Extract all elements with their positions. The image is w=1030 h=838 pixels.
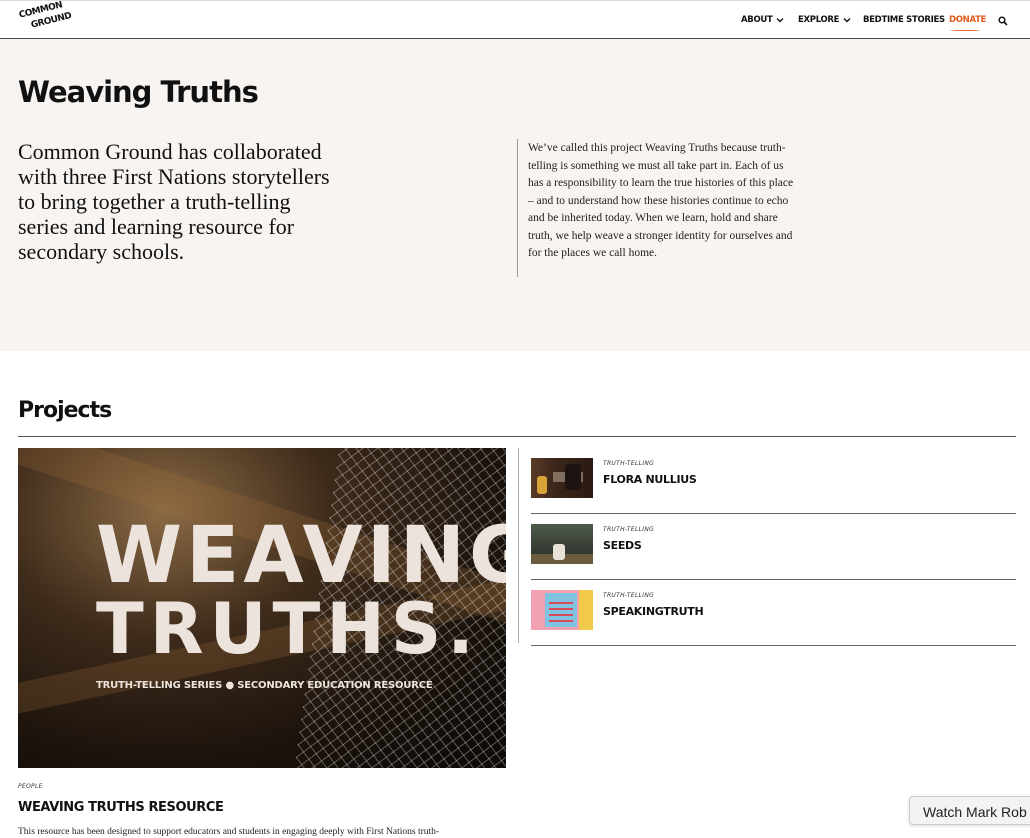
project-title: SPEAKINGTRUTH: [603, 605, 704, 618]
project-item-speakingtruth[interactable]: TRUTH-TELLING SPEAKINGTRUTH: [531, 580, 1016, 646]
nav-about[interactable]: ABOUT: [741, 15, 784, 25]
featured-project-image[interactable]: WEAVING TRUTHS. TRUTH-TELLING SERIES ● S…: [18, 448, 506, 768]
project-category: TRUTH-TELLING: [603, 592, 655, 599]
image-title-weaving: WEAVING: [96, 511, 506, 601]
projects-heading: Projects: [18, 398, 112, 423]
search-icon[interactable]: [998, 16, 1008, 26]
chevron-down-icon: [776, 18, 784, 23]
page-title: Weaving Truths: [18, 75, 259, 109]
hero-lead-text: Common Ground has collaborated with thre…: [18, 139, 330, 264]
item-divider: [531, 645, 1016, 646]
featured-description: This resource has been designed to suppo…: [18, 827, 440, 837]
project-item-flora-nullius[interactable]: TRUTH-TELLING FLORA NULLIUS: [531, 448, 1016, 514]
nav-explore[interactable]: EXPLORE: [798, 15, 851, 25]
hero-section: Weaving Truths Common Ground has collabo…: [0, 39, 1030, 351]
watch-video-popup[interactable]: Watch Mark Rob: [909, 796, 1030, 825]
nav-donate[interactable]: DONATE: [949, 15, 986, 25]
project-thumbnail: [531, 524, 593, 564]
donate-underline: [950, 29, 980, 31]
chevron-down-icon: [843, 18, 851, 23]
project-category: TRUTH-TELLING: [603, 526, 655, 533]
top-navigation-bar: COMMON GROUND ABOUT EXPLORE BEDTIME STOR…: [0, 0, 1030, 39]
project-title: SEEDS: [603, 539, 642, 552]
projects-divider: [18, 436, 1016, 437]
featured-title-link[interactable]: WEAVING TRUTHS RESOURCE: [18, 800, 224, 815]
hero-blurb-text: We’ve called this project Weaving Truths…: [528, 142, 794, 259]
nav-explore-label: EXPLORE: [798, 15, 840, 25]
common-ground-logo[interactable]: COMMON GROUND: [18, 0, 72, 35]
nav-bedtime-stories[interactable]: BEDTIME STORIES: [863, 15, 945, 25]
project-item-seeds[interactable]: TRUTH-TELLING SEEDS: [531, 514, 1016, 580]
nav-about-label: ABOUT: [741, 15, 773, 25]
image-title-truths: TRUTHS.: [96, 588, 480, 670]
image-subtitle: TRUTH-TELLING SERIES ● SECONDARY EDUCATI…: [96, 680, 433, 691]
hero-divider: [517, 139, 518, 277]
nav-donate-label: DONATE: [949, 15, 987, 25]
projects-column-divider: [518, 448, 519, 643]
project-title: FLORA NULLIUS: [603, 473, 697, 486]
project-thumbnail: [531, 458, 593, 498]
watch-video-label: Watch Mark Rob: [923, 804, 1027, 820]
project-thumbnail: [531, 590, 593, 630]
featured-category: PEOPLE: [18, 783, 43, 790]
project-category: TRUTH-TELLING: [603, 460, 655, 467]
nav-bedtime-label: BEDTIME STORIES: [863, 15, 945, 25]
